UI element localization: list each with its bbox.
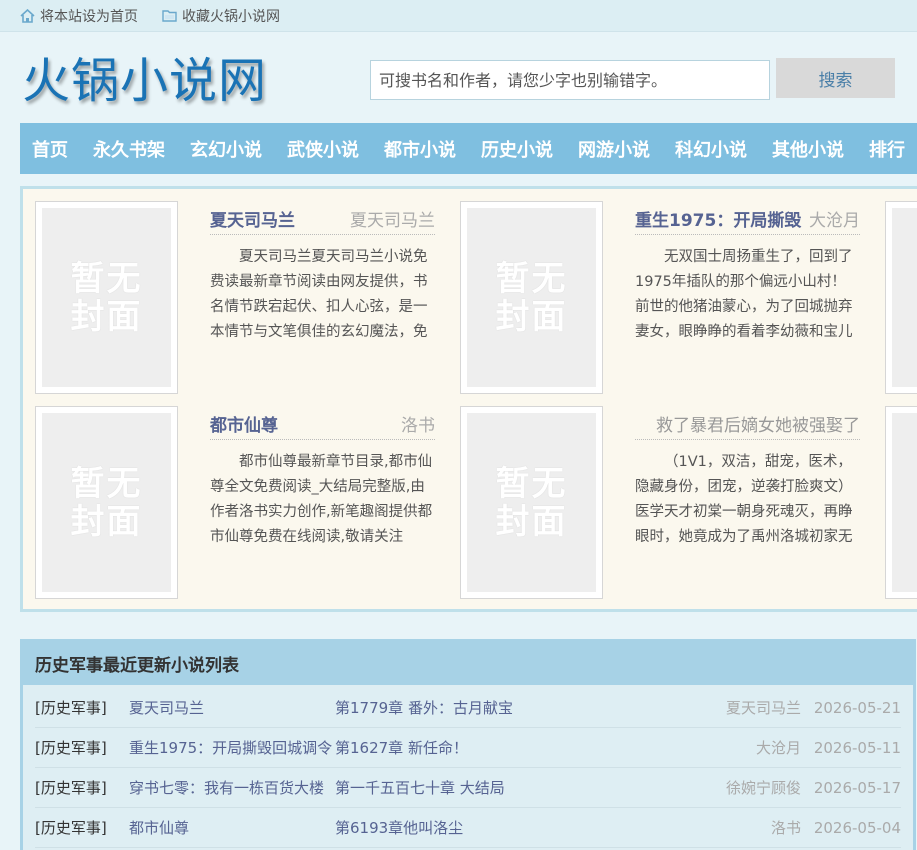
cover-placeholder: 暂无封面: [467, 208, 596, 387]
row-chapter[interactable]: 第1627章 新任命！: [335, 737, 468, 758]
book-author[interactable]: 夏天司马兰: [350, 206, 435, 231]
row-date: 2026-05-11: [813, 738, 901, 757]
book-title[interactable]: 都市仙尊: [210, 411, 278, 436]
header: 火锅小说网 搜索: [0, 33, 917, 123]
book-title[interactable]: 救了暴君后嫡女她被强娶了: [656, 411, 860, 436]
nav-item-lishi[interactable]: 历史小说: [481, 136, 553, 162]
book-title-row: 夏天司马兰 夏天司马兰: [210, 203, 435, 235]
book-info: 夏天司马兰 夏天司马兰 夏天司马兰夏天司马兰小说免费读最新章节阅读由网友提供，书…: [210, 203, 435, 345]
home-icon: [20, 8, 35, 23]
search-input[interactable]: [370, 60, 770, 100]
book-cover[interactable]: [885, 201, 917, 394]
nav-item-wangyou[interactable]: 网游小说: [578, 136, 650, 162]
no-cover-text: 暂无封面: [70, 463, 143, 542]
row-chapter[interactable]: 第一千五百七十章 大结局: [335, 777, 505, 798]
no-cover-text: 暂无封面: [70, 258, 143, 337]
row-author: 洛书: [770, 819, 801, 837]
cover-placeholder: 暂无封面: [467, 413, 596, 592]
book-cover[interactable]: 暂无封面: [460, 201, 603, 394]
table-row: [历史军事] 穿书七零：我有一栋百货大楼 第一千五百七十章 大结局 徐婉宁顾俊 …: [35, 768, 901, 808]
bookmark-site-label: 收藏火锅小说网: [182, 8, 280, 25]
nav-item-wuxia[interactable]: 武侠小说: [287, 136, 359, 162]
row-author: 大沧月: [755, 739, 801, 757]
book-title-row: 救了暴君后嫡女她被强娶了: [635, 408, 860, 440]
book-title-row: 重生1975：开局撕毁 大沧月: [635, 203, 860, 235]
book-author[interactable]: 大沧月: [809, 206, 860, 231]
row-title[interactable]: 都市仙尊: [129, 817, 189, 838]
list-heading: 历史军事最近更新小说列表: [23, 642, 913, 685]
book-title-row: 都市仙尊 洛书: [210, 408, 435, 440]
row-date: 2026-05-21: [813, 698, 901, 717]
nav-item-home[interactable]: 首页: [32, 136, 68, 162]
nav-item-qita[interactable]: 其他小说: [772, 136, 844, 162]
row-date: 2026-05-04: [813, 818, 901, 837]
book-cover[interactable]: 暂无封面: [460, 406, 603, 599]
table-row: [历史军事] 都市仙尊 第6193章他叫洛尘 洛书 2026-05-04: [35, 808, 901, 848]
site-logo[interactable]: 火锅小说网: [22, 53, 267, 109]
no-cover-text: 暂无封面: [495, 258, 568, 337]
book-info: 救了暴君后嫡女她被强娶了 （1V1，双洁，甜宠，医术，隐藏身份，团宠，逆袭打脸爽…: [635, 408, 860, 550]
search-button[interactable]: 搜索: [776, 58, 895, 98]
nav-item-kehuan[interactable]: 科幻小说: [675, 136, 747, 162]
cover-placeholder: [892, 413, 917, 592]
set-homepage-link[interactable]: 将本站设为首页: [20, 6, 138, 26]
main-nav: 首页 永久书架 玄幻小说 武侠小说 都市小说 历史小说 网游小说 科幻小说 其他…: [20, 123, 917, 174]
top-bar: 将本站设为首页 收藏火锅小说网: [0, 0, 917, 32]
row-author: 夏天司马兰: [725, 699, 801, 717]
nav-item-xuanhuan[interactable]: 玄幻小说: [190, 136, 262, 162]
book-title[interactable]: 夏天司马兰: [210, 206, 295, 231]
row-title[interactable]: 重生1975：开局撕毁回城调令: [129, 737, 332, 758]
book-description: 夏天司马兰夏天司马兰小说免费读最新章节阅读由网友提供，书名情节跌宕起伏、扣人心弦…: [210, 249, 428, 340]
book-title[interactable]: 重生1975：开局撕毁: [635, 206, 801, 231]
cover-placeholder: 暂无封面: [42, 413, 171, 592]
row-category: [历史军事]: [35, 819, 107, 837]
row-author: 徐婉宁顾俊: [725, 779, 801, 797]
table-row: [历史军事] 夏天司马兰 第1779章 番外：古月献宝 夏天司马兰 2026-0…: [35, 688, 901, 728]
book-info: 都市仙尊 洛书 都市仙尊最新章节目录,都市仙尊全文免费阅读_大结局完整版,由作者…: [210, 408, 435, 550]
recent-updates-list: 历史军事最近更新小说列表 [历史军事] 夏天司马兰 第1779章 番外：古月献宝…: [20, 639, 916, 850]
book-cover[interactable]: [885, 406, 917, 599]
set-homepage-label: 将本站设为首页: [40, 8, 138, 25]
bookmark-site-link[interactable]: 收藏火锅小说网: [162, 6, 280, 26]
row-chapter[interactable]: 第1779章 番外：古月献宝: [335, 697, 513, 718]
book-description: 无双国士周扬重生了，回到了1975年插队的那个偏远小山村！前世的他猪油蒙心，为了…: [635, 249, 853, 340]
book-cover[interactable]: 暂无封面: [35, 201, 178, 394]
row-title[interactable]: 夏天司马兰: [129, 697, 204, 718]
folder-icon: [162, 10, 177, 22]
book-cover[interactable]: 暂无封面: [35, 406, 178, 599]
cover-placeholder: 暂无封面: [42, 208, 171, 387]
book-description: （1V1，双洁，甜宠，医术，隐藏身份，团宠，逆袭打脸爽文）医学天才初棠一朝身死魂…: [635, 454, 853, 545]
row-date: 2026-05-17: [813, 778, 901, 797]
book-author[interactable]: 洛书: [401, 411, 435, 436]
cover-placeholder: [892, 208, 917, 387]
book-info: 重生1975：开局撕毁 大沧月 无双国士周扬重生了，回到了1975年插队的那个偏…: [635, 203, 860, 345]
row-title[interactable]: 穿书七零：我有一栋百货大楼: [129, 777, 324, 798]
book-description: 都市仙尊最新章节目录,都市仙尊全文免费阅读_大结局完整版,由作者洛书实力创作,新…: [210, 454, 433, 545]
nav-item-ranking[interactable]: 排行: [869, 136, 905, 162]
table-row: [历史军事] 重生1975：开局撕毁回城调令 第1627章 新任命！ 大沧月 2…: [35, 728, 901, 768]
row-chapter[interactable]: 第6193章他叫洛尘: [335, 817, 463, 838]
featured-books: 暂无封面 夏天司马兰 夏天司马兰 夏天司马兰夏天司马兰小说免费读最新章节阅读由网…: [20, 186, 917, 612]
no-cover-text: 暂无封面: [495, 463, 568, 542]
row-category: [历史军事]: [35, 739, 107, 757]
nav-item-dushi[interactable]: 都市小说: [384, 136, 456, 162]
row-category: [历史军事]: [35, 779, 107, 797]
nav-item-bookshelf[interactable]: 永久书架: [93, 136, 165, 162]
row-category: [历史军事]: [35, 699, 107, 717]
